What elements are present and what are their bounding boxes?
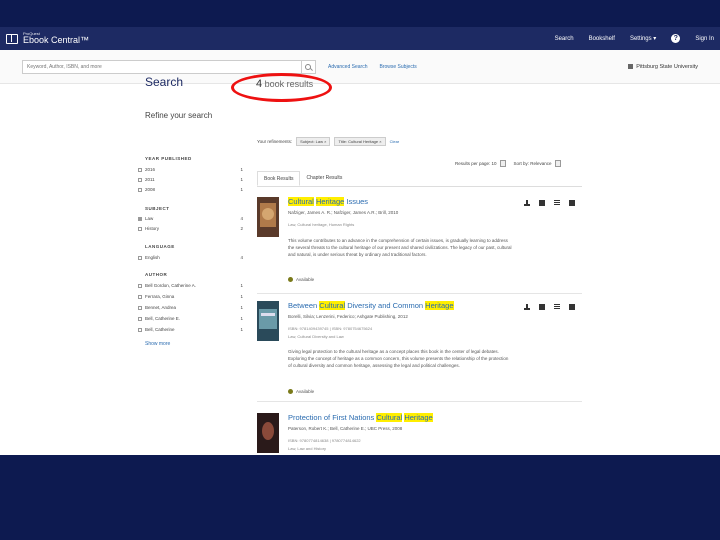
facet-item[interactable]: Ferrara, Ginna 1: [138, 294, 243, 299]
read-online-icon[interactable]: [539, 304, 545, 310]
result-author: Paterson, Robert K.; Bell, Catherine E.;…: [288, 426, 403, 431]
checkbox[interactable]: [138, 187, 142, 192]
list-icon[interactable]: [554, 304, 560, 310]
book-icon: [6, 33, 18, 44]
facet-item[interactable]: Bell, Catherine E. 1: [138, 316, 243, 321]
facet-year-title: YEAR PUBLISHED: [145, 156, 192, 161]
tab-chapter-results[interactable]: Chapter Results: [300, 171, 348, 186]
facet-author-title: AUTHOR: [145, 272, 168, 277]
result-title[interactable]: Between Cultural Diversity and Common He…: [288, 301, 454, 310]
browse-subjects-link[interactable]: Browse Subjects: [379, 64, 416, 70]
available-icon: [288, 389, 293, 394]
checkbox[interactable]: [138, 305, 142, 310]
nav-search[interactable]: Search: [555, 36, 574, 42]
sort-controls: Results per page: 10 Sort by: Relevance: [455, 160, 561, 167]
checkbox[interactable]: [138, 167, 142, 172]
availability: Available: [288, 389, 314, 394]
projector-top-band: [0, 0, 720, 27]
result-actions: [524, 304, 575, 310]
checkbox[interactable]: [138, 294, 142, 299]
book-cover[interactable]: [257, 197, 279, 237]
nav-sign-in[interactable]: Sign In: [695, 36, 714, 42]
bookshelf-icon[interactable]: [569, 304, 575, 310]
search-input[interactable]: [27, 63, 282, 70]
checkbox[interactable]: [138, 177, 142, 182]
list-icon[interactable]: [554, 200, 560, 206]
checkbox[interactable]: [138, 255, 142, 260]
result-subjects: Law, Law and History: [288, 446, 327, 451]
facet-item[interactable]: Bell, Catherine 1: [138, 327, 243, 332]
clear-link[interactable]: Clear: [390, 139, 400, 144]
checkbox[interactable]: [138, 316, 142, 321]
tab-book-results[interactable]: Book Results: [257, 171, 301, 186]
facet-item[interactable]: History 2: [138, 226, 243, 231]
refinements-bar: Your refinements: Subject: Law × Title: …: [257, 137, 400, 146]
availability: Available: [288, 277, 314, 282]
result-tabs: Book Results Chapter Results: [257, 171, 582, 187]
nav-bookshelf[interactable]: Bookshelf: [589, 36, 615, 42]
result-item: Protection of First Nations Cultural Her…: [257, 413, 582, 455]
result-title[interactable]: Protection of First Nations Cultural Her…: [288, 413, 433, 422]
facet-item[interactable]: Law 4: [138, 216, 243, 221]
result-author: Nafziger, James A. R.; Nafziger, James A…: [288, 210, 399, 215]
result-subjects: Law, Cultural Diversity and Law: [288, 334, 344, 339]
book-cover[interactable]: [257, 301, 279, 341]
checkbox-checked[interactable]: [138, 216, 142, 221]
chevron-down-icon: [554, 160, 561, 167]
result-item: Between Cultural Diversity and Common He…: [257, 301, 582, 396]
checkbox[interactable]: [138, 226, 142, 231]
page-title: Search: [145, 75, 184, 89]
facet-item[interactable]: Bell Gordon, Catherine A. 1: [138, 283, 243, 288]
nav-settings[interactable]: Settings ▾: [630, 35, 656, 42]
facet-item[interactable]: Bennet, Andrea 1: [138, 305, 243, 310]
divider: [257, 401, 582, 402]
facet-item[interactable]: 2008 1: [138, 187, 243, 192]
brand-big: Ebook Central™: [23, 35, 90, 45]
result-title[interactable]: Cultural Heritage Issues: [288, 197, 368, 206]
facet-language-title: LANGUAGE: [145, 244, 175, 249]
result-actions: [524, 200, 575, 206]
show-more-link[interactable]: Show more: [145, 341, 170, 347]
result-isbn: ISBN: 9780774814638 | 9780774814622: [288, 438, 361, 443]
result-isbn: ISBN: 9781409439745 | ISBN: 978075467562…: [288, 326, 373, 331]
facet-subject-title: SUBJECT: [145, 206, 170, 211]
divider: [257, 293, 582, 294]
facet-item[interactable]: 2011 1: [138, 177, 243, 182]
download-icon[interactable]: [524, 304, 530, 310]
brand-small: ProQuest: [23, 31, 40, 36]
result-author: Borelli, Silvia; Lenzerini, Federico; As…: [288, 314, 408, 319]
result-description: This volume contributes to an advance in…: [288, 238, 512, 257]
checkbox[interactable]: [138, 283, 142, 288]
institution-label: Pittsburg State University: [628, 64, 698, 70]
refine-heading: Refine your search: [145, 111, 213, 120]
facet-item[interactable]: 2016 1: [138, 167, 243, 172]
refinement-pill[interactable]: Title: Cultural Heritage ×: [334, 137, 386, 146]
result-subjects: Law, Cultural heritage, Human Rights: [288, 222, 355, 227]
search-icon[interactable]: [302, 59, 316, 74]
app-header: ProQuest Ebook Central™ Search Bookshelf…: [0, 27, 720, 50]
result-description: Giving legal protection to the cultural …: [288, 349, 509, 368]
top-nav: Search Bookshelf Settings ▾ ? Sign In: [555, 34, 714, 43]
result-item: Cultural Heritage Issues Nafziger, James…: [257, 197, 582, 292]
refinement-pill[interactable]: Subject: Law ×: [296, 137, 331, 146]
advanced-search-link[interactable]: Advanced Search: [328, 64, 367, 70]
sort-select[interactable]: Sort by: Relevance: [514, 160, 561, 167]
checkbox[interactable]: [138, 327, 142, 332]
book-cover[interactable]: [257, 413, 279, 453]
help-icon[interactable]: ?: [671, 34, 681, 43]
download-icon[interactable]: [524, 200, 530, 206]
institution-icon: [628, 64, 634, 69]
available-icon: [288, 277, 293, 282]
facet-item[interactable]: English 4: [138, 255, 243, 260]
read-online-icon[interactable]: [539, 200, 545, 206]
chevron-down-icon: [499, 160, 506, 167]
red-annotation-oval: [231, 73, 332, 102]
search-row: Advanced Search Browse Subjects Pittsbur…: [0, 50, 720, 84]
search-box: [22, 59, 302, 74]
brand-logo[interactable]: ProQuest Ebook Central™: [6, 32, 89, 45]
bookshelf-icon[interactable]: [569, 200, 575, 206]
per-page-select[interactable]: Results per page: 10: [455, 160, 506, 167]
